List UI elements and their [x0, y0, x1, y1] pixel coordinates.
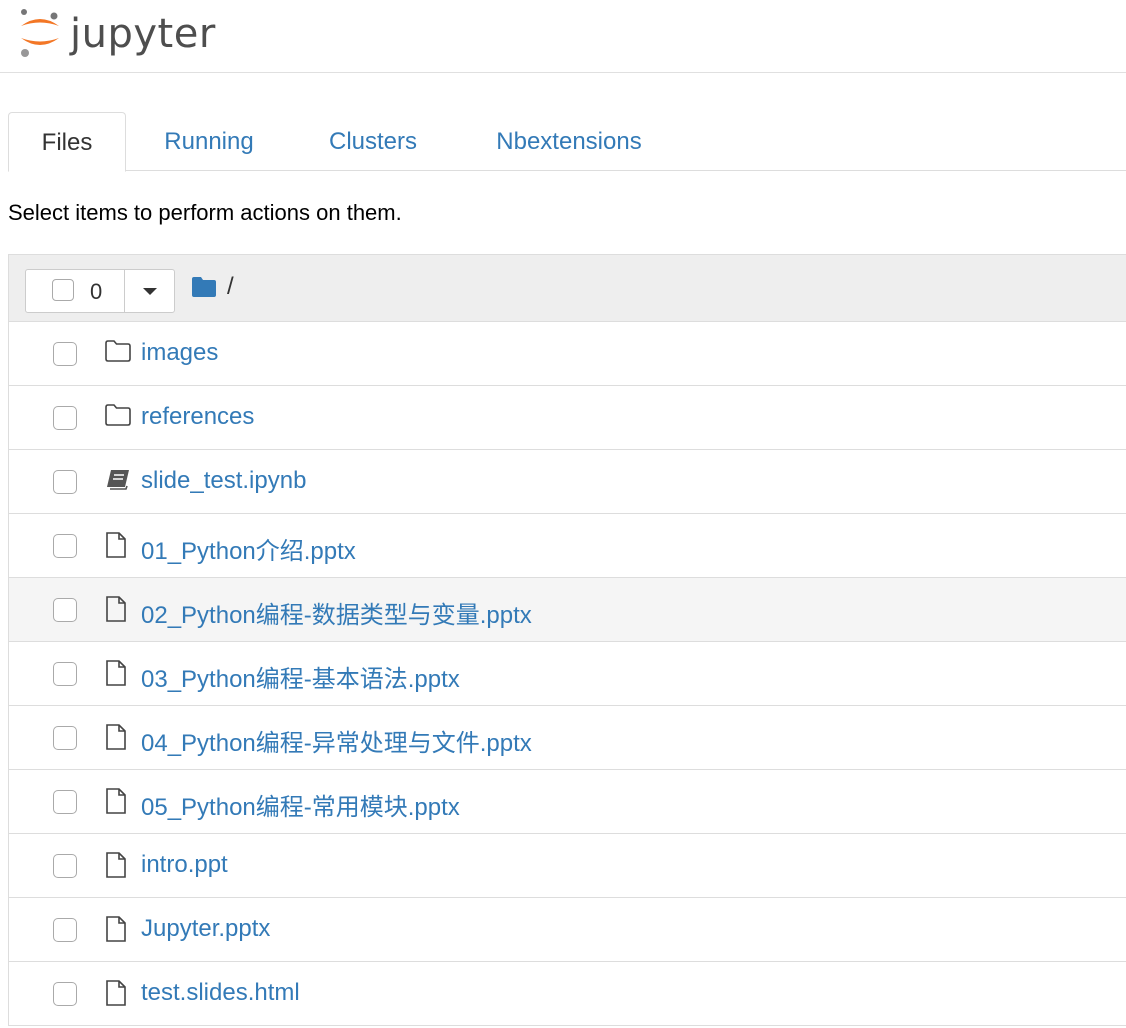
list-item[interactable]: images — [9, 322, 1126, 386]
file-list-toolbar: 0 / — [9, 255, 1126, 322]
item-name-link[interactable]: intro.ppt — [141, 851, 228, 879]
file-icon — [104, 915, 132, 943]
selected-count: 0 — [90, 279, 103, 304]
list-item[interactable]: test.slides.html — [9, 962, 1126, 1025]
notebook-icon — [104, 467, 132, 495]
item-checkbox[interactable] — [53, 662, 77, 686]
item-name-link[interactable]: references — [141, 403, 254, 431]
item-name-link[interactable]: 04_Python编程-异常处理与文件.pptx — [141, 723, 532, 758]
select-all-group: 0 — [25, 269, 175, 313]
jupyter-logo[interactable]: jupyter — [18, 6, 216, 58]
logo-text: jupyter — [70, 11, 216, 57]
tab-files[interactable]: Files — [8, 112, 126, 172]
file-icon — [104, 659, 132, 687]
tab-clusters[interactable]: Clusters — [314, 112, 432, 170]
list-item[interactable]: references — [9, 386, 1126, 450]
item-checkbox[interactable] — [53, 918, 77, 942]
select-all-checkbox[interactable] — [52, 279, 74, 301]
item-name-link[interactable]: Jupyter.pptx — [141, 915, 270, 943]
item-name-link[interactable]: 03_Python编程-基本语法.pptx — [141, 659, 460, 694]
folder-icon — [104, 339, 132, 367]
file-icon — [104, 787, 132, 815]
file-list: 0 / images references slide_test.ipynb 01_P… — [8, 254, 1126, 1026]
item-name-link[interactable]: 02_Python编程-数据类型与变量.pptx — [141, 595, 532, 630]
item-name-link[interactable]: 05_Python编程-常用模块.pptx — [141, 787, 460, 822]
tab-nbextensions[interactable]: Nbextensions — [478, 112, 660, 170]
file-icon — [104, 851, 132, 879]
list-item[interactable]: 03_Python编程-基本语法.pptx — [9, 642, 1126, 706]
item-checkbox[interactable] — [53, 854, 77, 878]
breadcrumb-root[interactable]: / — [227, 273, 234, 301]
item-name-link[interactable]: slide_test.ipynb — [141, 467, 306, 495]
tab-bar: Files Running Clusters Nbextensions — [8, 112, 1126, 172]
item-name-link[interactable]: test.slides.html — [141, 979, 300, 1007]
file-icon — [104, 723, 132, 751]
item-checkbox[interactable] — [53, 726, 77, 750]
select-dropdown-button[interactable] — [124, 270, 175, 312]
folder-filled-icon[interactable] — [191, 276, 217, 298]
list-item[interactable]: Jupyter.pptx — [9, 898, 1126, 962]
tab-running[interactable]: Running — [148, 112, 270, 170]
list-item[interactable]: intro.ppt — [9, 834, 1126, 898]
item-name-link[interactable]: 01_Python介绍.pptx — [141, 531, 356, 566]
header-bar: jupyter — [0, 0, 1126, 73]
list-item[interactable]: 02_Python编程-数据类型与变量.pptx — [9, 578, 1126, 642]
list-item[interactable]: slide_test.ipynb — [9, 450, 1126, 514]
item-checkbox[interactable] — [53, 534, 77, 558]
item-checkbox[interactable] — [53, 470, 77, 494]
selection-hint: Select items to perform actions on them. — [8, 200, 402, 225]
list-item[interactable]: 01_Python介绍.pptx — [9, 514, 1126, 578]
item-checkbox[interactable] — [53, 982, 77, 1006]
file-icon — [104, 595, 132, 623]
list-item[interactable]: 05_Python编程-常用模块.pptx — [9, 770, 1126, 834]
breadcrumb: / — [191, 273, 234, 301]
item-checkbox[interactable] — [53, 790, 77, 814]
file-rows: images references slide_test.ipynb 01_Pytho… — [9, 322, 1126, 1025]
folder-icon — [104, 403, 132, 431]
jupyter-logo-icon — [21, 9, 59, 57]
item-checkbox[interactable] — [53, 598, 77, 622]
item-name-link[interactable]: images — [141, 339, 218, 367]
item-checkbox[interactable] — [53, 342, 77, 366]
item-checkbox[interactable] — [53, 406, 77, 430]
file-icon — [104, 531, 132, 559]
list-item[interactable]: 04_Python编程-异常处理与文件.pptx — [9, 706, 1126, 770]
file-icon — [104, 979, 132, 1007]
